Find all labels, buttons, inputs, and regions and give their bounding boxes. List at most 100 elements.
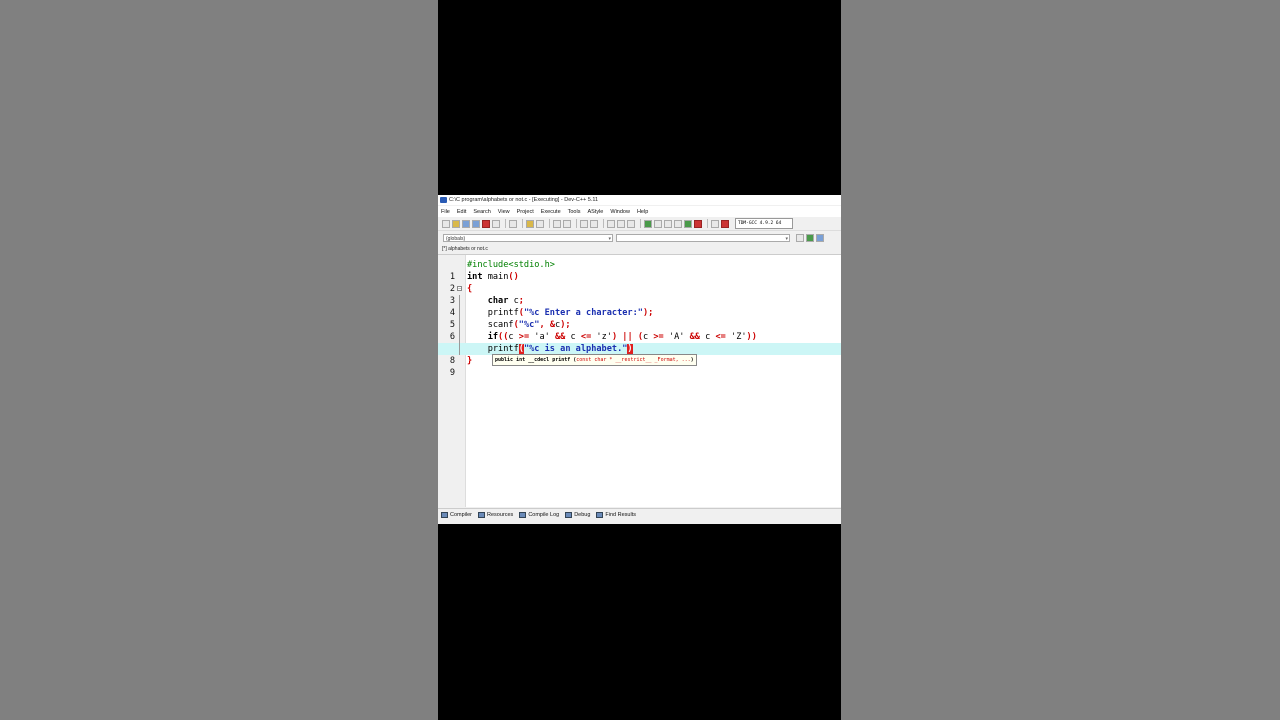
code-token: );: [560, 320, 571, 330]
compiler-select[interactable]: TDM-GCC 4.9.2 64: [735, 218, 793, 229]
ide-window: C:\C program\alphabets or not.c - [Execu…: [438, 195, 841, 524]
code-token: 'A': [668, 332, 685, 342]
tab-resources[interactable]: Resources: [478, 512, 513, 518]
new-file-icon[interactable]: [442, 219, 450, 228]
indent-icon[interactable]: [607, 219, 615, 228]
compile-run-icon[interactable]: [664, 219, 672, 228]
menu-bar: File Edit Search View Project Execute To…: [438, 206, 841, 217]
delete-profile-icon[interactable]: [721, 219, 729, 228]
redo-icon[interactable]: [536, 219, 544, 228]
menu-project[interactable]: Project: [517, 209, 534, 215]
toolbar-separator: [505, 219, 506, 228]
app-icon: [440, 197, 447, 203]
editor-tab-bar: [*] alphabets or not.c: [438, 244, 841, 254]
code-line: 6 scanf("%c", &c);: [438, 319, 841, 342]
goto-declaration-icon[interactable]: [796, 233, 804, 242]
menu-tools[interactable]: Tools: [568, 209, 581, 215]
close-file-icon[interactable]: [482, 219, 490, 228]
tab-find-results[interactable]: Find Results: [596, 512, 636, 518]
code-token: ;: [518, 296, 524, 306]
fold-guide: [459, 307, 460, 319]
code-line: 5 printf("%c Enter a character:");: [438, 307, 841, 330]
class-select-value: (globals): [446, 235, 466, 242]
rebuild-icon[interactable]: [674, 219, 682, 228]
toolbar-separator: [576, 219, 577, 228]
save-all-icon[interactable]: [472, 219, 480, 228]
code-token: 'a': [534, 332, 550, 342]
code-line: 3 − {: [438, 283, 841, 306]
run-icon[interactable]: [654, 219, 662, 228]
code-editor[interactable]: 1 #include<stdio.h> 2 int main() 3 − { 4…: [438, 254, 841, 507]
tab-label: Resources: [487, 512, 514, 518]
resources-icon: [478, 512, 486, 518]
code-token: );: [642, 308, 654, 318]
menu-execute[interactable]: Execute: [541, 209, 561, 215]
tab-debug[interactable]: Debug: [565, 512, 590, 518]
tooltip-prefix: public int __cdecl printf (: [495, 357, 577, 363]
window-title: C:\C program\alphabets or not.c - [Execu…: [449, 197, 599, 203]
code-lines: 1 #include<stdio.h> 2 int main() 3 − { 4…: [438, 259, 841, 378]
code-token: >=: [513, 332, 535, 342]
class-select[interactable]: (globals) ▾: [443, 233, 613, 242]
code-token: ) || (: [611, 332, 643, 342]
toggle-comment-icon[interactable]: [627, 219, 635, 228]
find-icon[interactable]: [553, 219, 561, 228]
code-line: 7 if((c >= 'a' && c <= 'z') || (c >= 'A'…: [438, 331, 841, 354]
tab-label: Compile Log: [528, 512, 560, 518]
undo-icon[interactable]: [526, 219, 534, 228]
replace-icon[interactable]: [563, 219, 571, 228]
bookmark-icon[interactable]: [590, 219, 598, 228]
code-token: {: [467, 284, 473, 294]
code-token: <=: [575, 332, 597, 342]
menu-astyle[interactable]: AStyle: [587, 209, 603, 215]
bottom-panel-tabs: Compiler Resources Compile Log Debug Fin…: [438, 508, 841, 521]
profile-icon[interactable]: [711, 219, 719, 228]
fold-guide: [459, 295, 460, 307]
code-token: >=: [648, 332, 669, 342]
goto-line-icon[interactable]: [580, 219, 588, 228]
main-toolbar: TDM-GCC 4.9.2 64: [438, 217, 841, 231]
compiler-icon: [441, 512, 448, 518]
menu-edit[interactable]: Edit: [457, 209, 466, 215]
open-file-icon[interactable]: [452, 219, 460, 228]
chevron-down-icon: ▾: [608, 235, 611, 242]
save-icon[interactable]: [462, 219, 470, 228]
menu-search[interactable]: Search: [473, 209, 490, 215]
new-class-icon[interactable]: [806, 233, 814, 242]
insert-icon[interactable]: [816, 233, 824, 242]
video-frame: C:\C program\alphabets or not.c - [Execu…: [438, 0, 841, 720]
fold-guide: [459, 319, 460, 331]
fold-guide: [459, 331, 460, 343]
tooltip-args: const char * __restrict__ _Format, ...: [576, 357, 691, 363]
code-line: 2 int main(): [438, 271, 841, 294]
code-line: 1 #include<stdio.h>: [438, 259, 841, 282]
code-token: printf: [467, 344, 519, 354]
menu-window[interactable]: Window: [610, 209, 630, 215]
tab-compiler[interactable]: Compiler: [441, 512, 472, 518]
code-token: )): [746, 332, 757, 342]
tooltip-suffix: ): [690, 357, 694, 363]
toolbar-separator: [603, 219, 604, 228]
title-bar: C:\C program\alphabets or not.c - [Execu…: [438, 195, 841, 205]
member-select[interactable]: ▾: [616, 233, 790, 242]
compile-icon[interactable]: [644, 219, 652, 228]
code-line: 4 char c;: [438, 295, 841, 318]
unindent-icon[interactable]: [617, 219, 625, 228]
tab-alphabets-or-not[interactable]: [*] alphabets or not.c: [442, 246, 488, 252]
print-icon[interactable]: [509, 219, 517, 228]
menu-help[interactable]: Help: [637, 209, 648, 215]
close-all-icon[interactable]: [492, 219, 500, 228]
syntax-check-icon[interactable]: [684, 219, 692, 228]
menu-file[interactable]: File: [441, 209, 450, 215]
fold-collapse-icon[interactable]: −: [457, 286, 462, 292]
code-token: c: [508, 296, 519, 306]
right-background: [841, 0, 1280, 720]
menu-view[interactable]: View: [498, 209, 510, 215]
tab-compile-log[interactable]: Compile Log: [519, 512, 559, 518]
stop-execution-icon[interactable]: [694, 219, 702, 228]
toolbar-separator: [549, 219, 550, 228]
code-token: ((: [498, 332, 509, 342]
code-token: &&: [684, 332, 706, 342]
fold-guide: [459, 343, 460, 355]
tab-label: Find Results: [605, 512, 636, 518]
